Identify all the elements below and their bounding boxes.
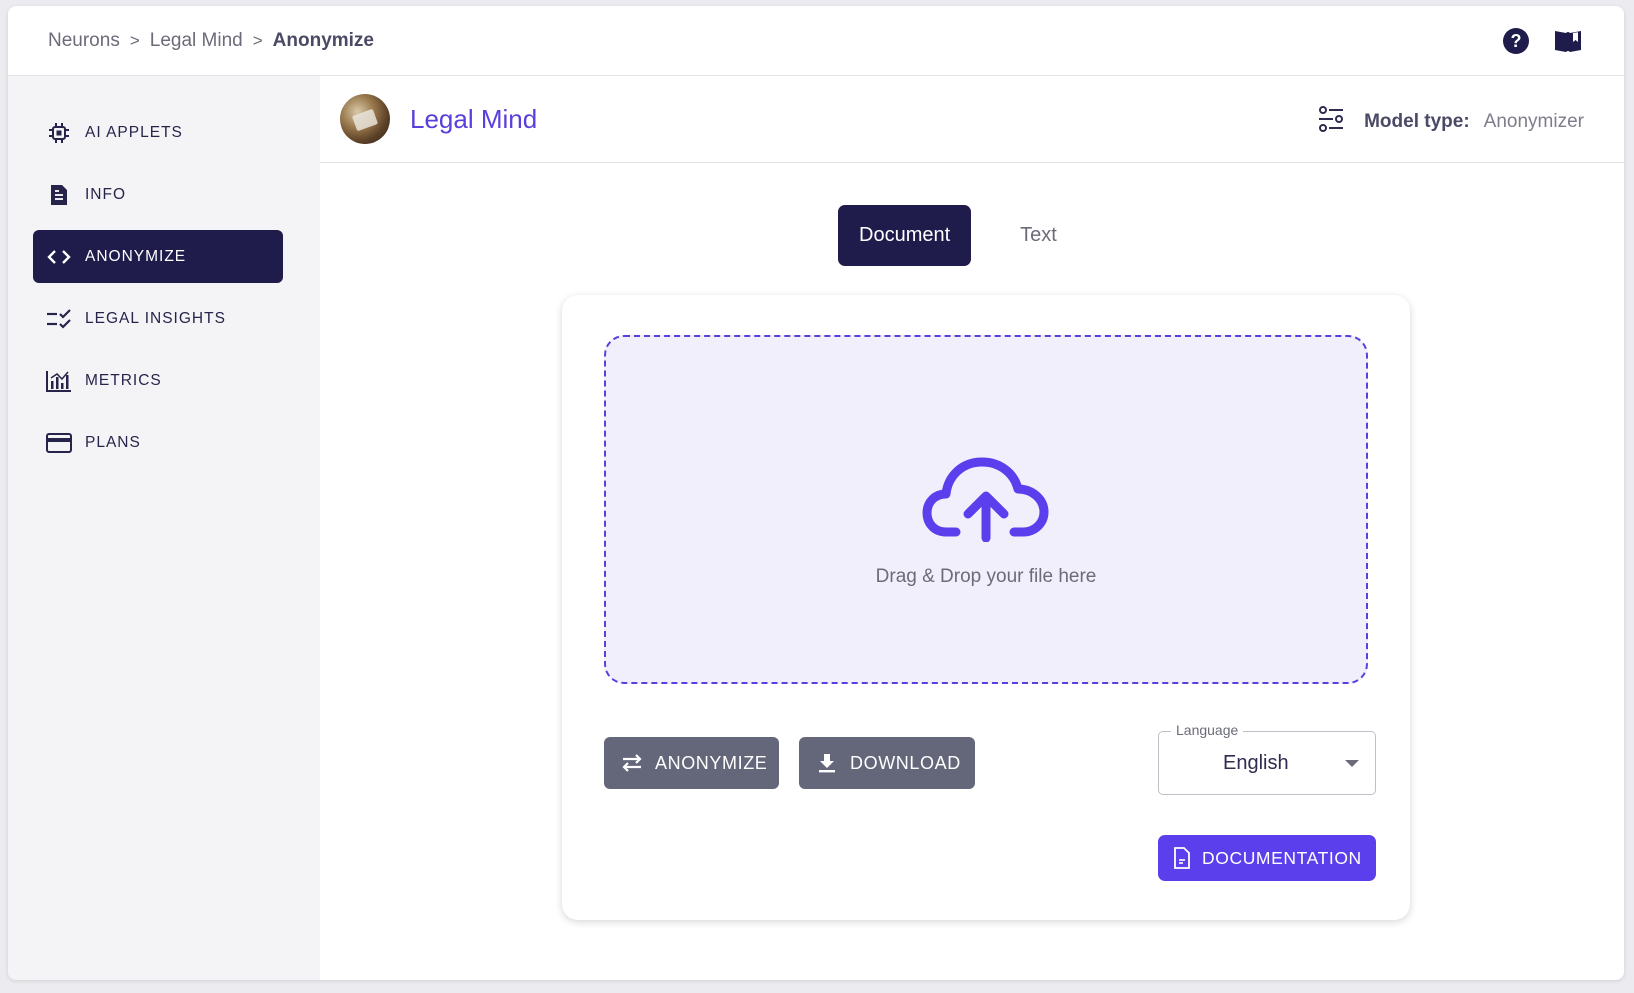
sidebar-item-label: ANONYMIZE (85, 247, 187, 265)
download-icon (816, 752, 838, 774)
language-select[interactable]: Language English (1158, 722, 1376, 795)
anonymize-card: Drag & Drop your file here ANONYMIZE DOW… (562, 295, 1410, 920)
model-type-label: Model type: (1364, 111, 1470, 132)
sidebar-item-metrics[interactable]: METRICS (33, 354, 283, 407)
anonymize-button[interactable]: ANONYMIZE (604, 737, 779, 789)
breadcrumb: Neurons > Legal Mind > Anonymize (48, 30, 374, 52)
settings-sliders-icon[interactable] (1318, 106, 1344, 138)
breadcrumb-item-legal-mind[interactable]: Legal Mind (150, 30, 243, 52)
mode-tabs: Document Text (838, 205, 1078, 266)
anonymize-button-label: ANONYMIZE (655, 752, 768, 773)
bar-chart-icon (45, 369, 73, 393)
tab-text[interactable]: Text (999, 205, 1078, 266)
checklist-icon (45, 307, 73, 331)
swap-arrows-icon (621, 752, 643, 774)
sidebar-item-label: AI APPLETS (85, 123, 183, 141)
avatar (340, 94, 390, 144)
sidebar-item-legal-insights[interactable]: LEGAL INSIGHTS (33, 292, 283, 345)
top-bar: Neurons > Legal Mind > Anonymize ? (8, 6, 1624, 76)
sidebar-item-ai-applets[interactable]: AI APPLETS (33, 106, 283, 159)
cloud-upload-icon (922, 452, 1050, 542)
chevron-down-icon (1345, 760, 1359, 767)
breadcrumb-item-neurons[interactable]: Neurons (48, 30, 120, 52)
sidebar-item-plans[interactable]: PLANS (33, 416, 283, 469)
app-window: Neurons > Legal Mind > Anonymize ? AI AP… (8, 6, 1624, 980)
download-button[interactable]: DOWNLOAD (799, 737, 975, 789)
documentation-button[interactable]: DOCUMENTATION (1158, 835, 1376, 881)
breadcrumb-separator: > (252, 30, 263, 50)
breadcrumb-item-anonymize: Anonymize (272, 29, 375, 51)
applet-header: Legal Mind Model type: Anonymizer (320, 76, 1624, 163)
sidebar-item-anonymize[interactable]: ANONYMIZE (33, 230, 283, 283)
sidebar-item-info[interactable]: INFO (33, 168, 283, 221)
model-type: Model type: Anonymizer (1318, 106, 1584, 138)
applet-title: Legal Mind (410, 103, 538, 134)
help-circle-icon[interactable]: ? (1500, 25, 1532, 57)
chip-icon (45, 121, 73, 145)
sidebar-item-label: LEGAL INSIGHTS (85, 309, 226, 327)
sidebar-item-label: METRICS (85, 371, 162, 389)
credit-card-icon (45, 431, 73, 455)
model-type-value: Anonymizer (1483, 111, 1584, 132)
dropzone-hint: Drag & Drop your file here (875, 565, 1097, 587)
sidebar: AI APPLETS INFO ANONYMIZE LEGAL INSIGHTS… (8, 76, 320, 980)
code-icon (45, 245, 73, 269)
svg-text:?: ? (1511, 31, 1522, 51)
book-icon[interactable] (1552, 25, 1584, 57)
documentation-button-label: DOCUMENTATION (1202, 847, 1362, 868)
document-icon (45, 183, 73, 207)
download-button-label: DOWNLOAD (850, 752, 961, 773)
language-select-value: English (1223, 752, 1289, 774)
file-dropzone[interactable]: Drag & Drop your file here (604, 335, 1368, 684)
sidebar-item-label: INFO (85, 185, 127, 203)
tab-document[interactable]: Document (838, 205, 972, 266)
breadcrumb-separator: > (129, 30, 140, 50)
document-outline-icon (1172, 847, 1192, 869)
sidebar-item-label: PLANS (85, 433, 141, 451)
language-select-label: Language (1171, 722, 1244, 738)
